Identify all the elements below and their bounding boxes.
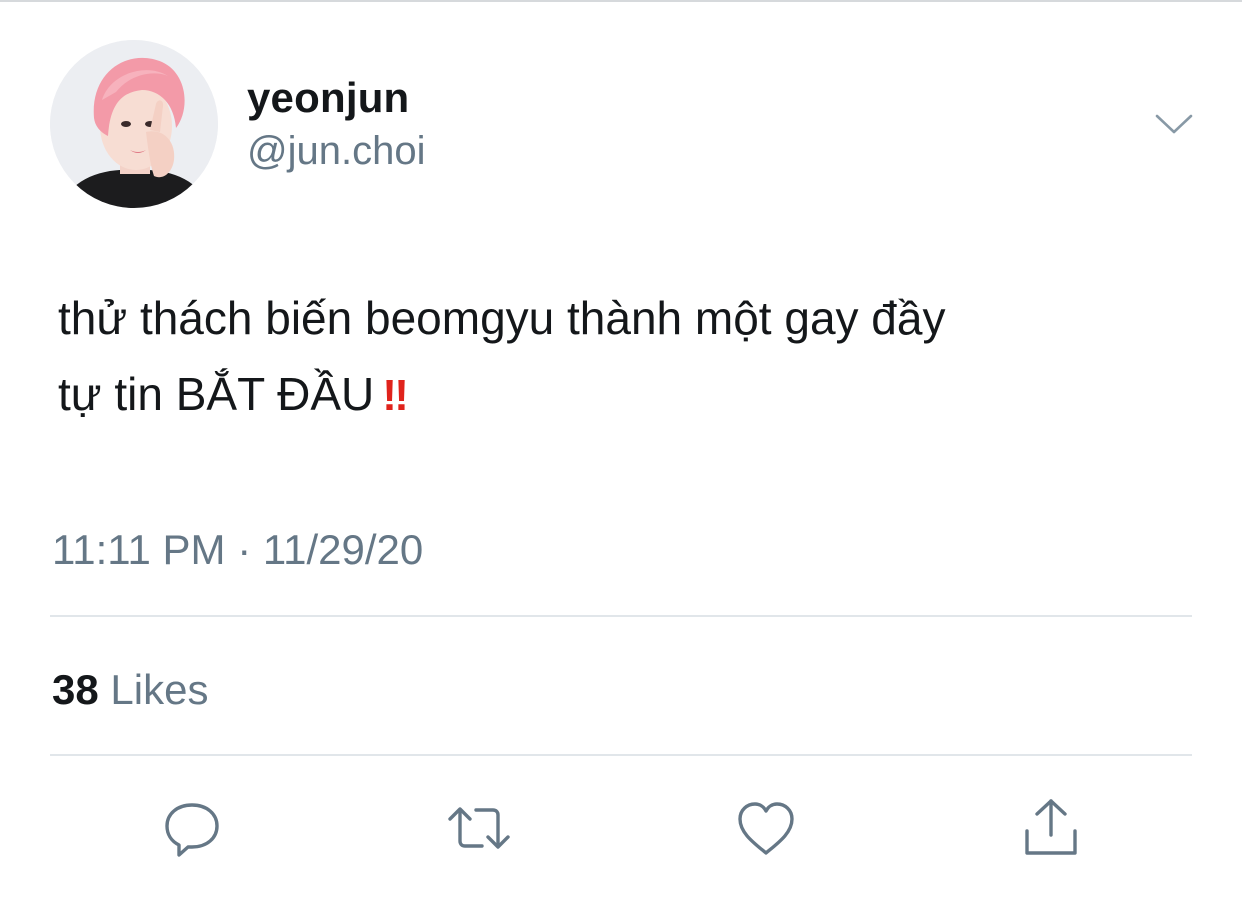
tweet-text-line-2: tự tin BẮT ĐẦU ‼ xyxy=(58,356,1198,434)
tweet-text-line-2-words: tự tin BẮT ĐẦU xyxy=(58,368,375,420)
tweet-timestamp[interactable]: 11:11 PM · 11/29/20 xyxy=(52,522,423,578)
reply-button[interactable] xyxy=(154,790,230,866)
double-exclamation-emoji: ‼ xyxy=(382,371,409,420)
action-bar xyxy=(0,790,1242,870)
retweet-button[interactable] xyxy=(441,790,517,866)
display-name[interactable]: yeonjun xyxy=(247,72,425,124)
heart-icon xyxy=(738,802,794,855)
likes-count: 38 xyxy=(52,666,99,713)
likes-label: Likes xyxy=(110,666,209,713)
tweet-text-line-1: thử thách biến beomgyu thành một gay đầy xyxy=(58,292,946,344)
likes-stat[interactable]: 38 Likes xyxy=(52,662,208,718)
avatar[interactable] xyxy=(50,40,218,208)
divider xyxy=(50,615,1192,617)
share-button[interactable] xyxy=(1013,790,1089,866)
reply-icon xyxy=(165,803,219,857)
top-divider xyxy=(0,0,1242,2)
share-icon xyxy=(1025,799,1077,855)
retweet-icon xyxy=(448,807,510,849)
like-button[interactable] xyxy=(728,790,804,866)
divider xyxy=(50,754,1192,756)
user-handle[interactable]: @jun.choi xyxy=(247,126,425,176)
tweet-text: thử thách biến beomgyu thành một gay đầy… xyxy=(58,280,1198,434)
author-names[interactable]: yeonjun @jun.choi xyxy=(247,72,425,176)
chevron-down-icon[interactable] xyxy=(1154,108,1194,138)
avatar-image xyxy=(50,40,218,208)
tweet-header: yeonjun @jun.choi xyxy=(50,38,1200,213)
